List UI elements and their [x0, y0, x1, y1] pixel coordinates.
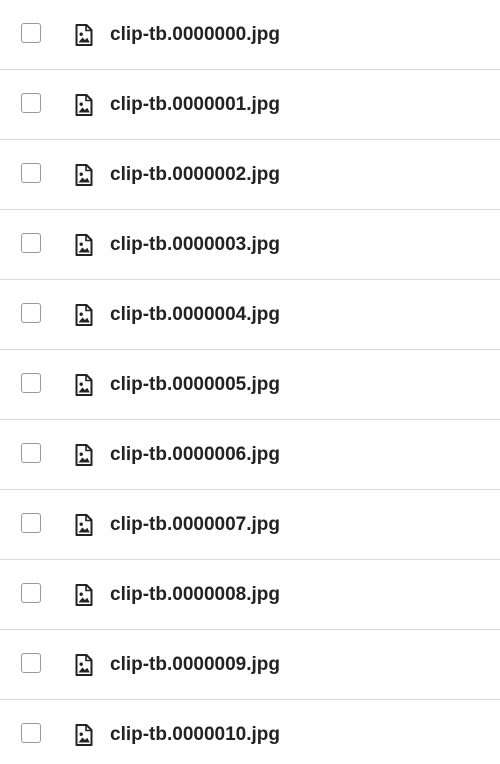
file-row[interactable]: clip-tb.0000000.jpg — [0, 0, 500, 70]
row-checkbox[interactable] — [21, 653, 41, 673]
image-file-icon — [75, 584, 93, 606]
file-name[interactable]: clip-tb.0000008.jpg — [110, 582, 280, 608]
file-name[interactable]: clip-tb.0000000.jpg — [110, 22, 280, 48]
row-checkbox[interactable] — [21, 303, 41, 323]
file-name[interactable]: clip-tb.0000004.jpg — [110, 302, 280, 328]
file-row[interactable]: clip-tb.0000004.jpg — [0, 280, 500, 350]
image-file-icon — [75, 94, 93, 116]
file-row[interactable]: clip-tb.0000006.jpg — [0, 420, 500, 490]
image-file-icon — [75, 164, 93, 186]
row-checkbox[interactable] — [21, 233, 41, 253]
file-row[interactable]: clip-tb.0000010.jpg — [0, 700, 500, 764]
file-name[interactable]: clip-tb.0000006.jpg — [110, 442, 280, 468]
image-file-icon — [75, 654, 93, 676]
file-name[interactable]: clip-tb.0000010.jpg — [110, 722, 280, 748]
file-name[interactable]: clip-tb.0000009.jpg — [110, 652, 280, 678]
file-row[interactable]: clip-tb.0000002.jpg — [0, 140, 500, 210]
row-checkbox[interactable] — [21, 583, 41, 603]
row-checkbox[interactable] — [21, 93, 41, 113]
image-file-icon — [75, 234, 93, 256]
file-name[interactable]: clip-tb.0000003.jpg — [110, 232, 280, 258]
row-checkbox[interactable] — [21, 373, 41, 393]
row-checkbox[interactable] — [21, 443, 41, 463]
row-checkbox[interactable] — [21, 723, 41, 743]
image-file-icon — [75, 374, 93, 396]
image-file-icon — [75, 724, 93, 746]
file-name[interactable]: clip-tb.0000007.jpg — [110, 512, 280, 538]
file-row[interactable]: clip-tb.0000001.jpg — [0, 70, 500, 140]
row-checkbox[interactable] — [21, 513, 41, 533]
file-name[interactable]: clip-tb.0000005.jpg — [110, 372, 280, 398]
image-file-icon — [75, 514, 93, 536]
file-row[interactable]: clip-tb.0000003.jpg — [0, 210, 500, 280]
image-file-icon — [75, 304, 93, 326]
row-checkbox[interactable] — [21, 23, 41, 43]
file-name[interactable]: clip-tb.0000001.jpg — [110, 92, 280, 118]
file-name[interactable]: clip-tb.0000002.jpg — [110, 162, 280, 188]
file-row[interactable]: clip-tb.0000009.jpg — [0, 630, 500, 700]
image-file-icon — [75, 24, 93, 46]
row-checkbox[interactable] — [21, 163, 41, 183]
file-row[interactable]: clip-tb.0000005.jpg — [0, 350, 500, 420]
file-row[interactable]: clip-tb.0000007.jpg — [0, 490, 500, 560]
image-file-icon — [75, 444, 93, 466]
file-row[interactable]: clip-tb.0000008.jpg — [0, 560, 500, 630]
